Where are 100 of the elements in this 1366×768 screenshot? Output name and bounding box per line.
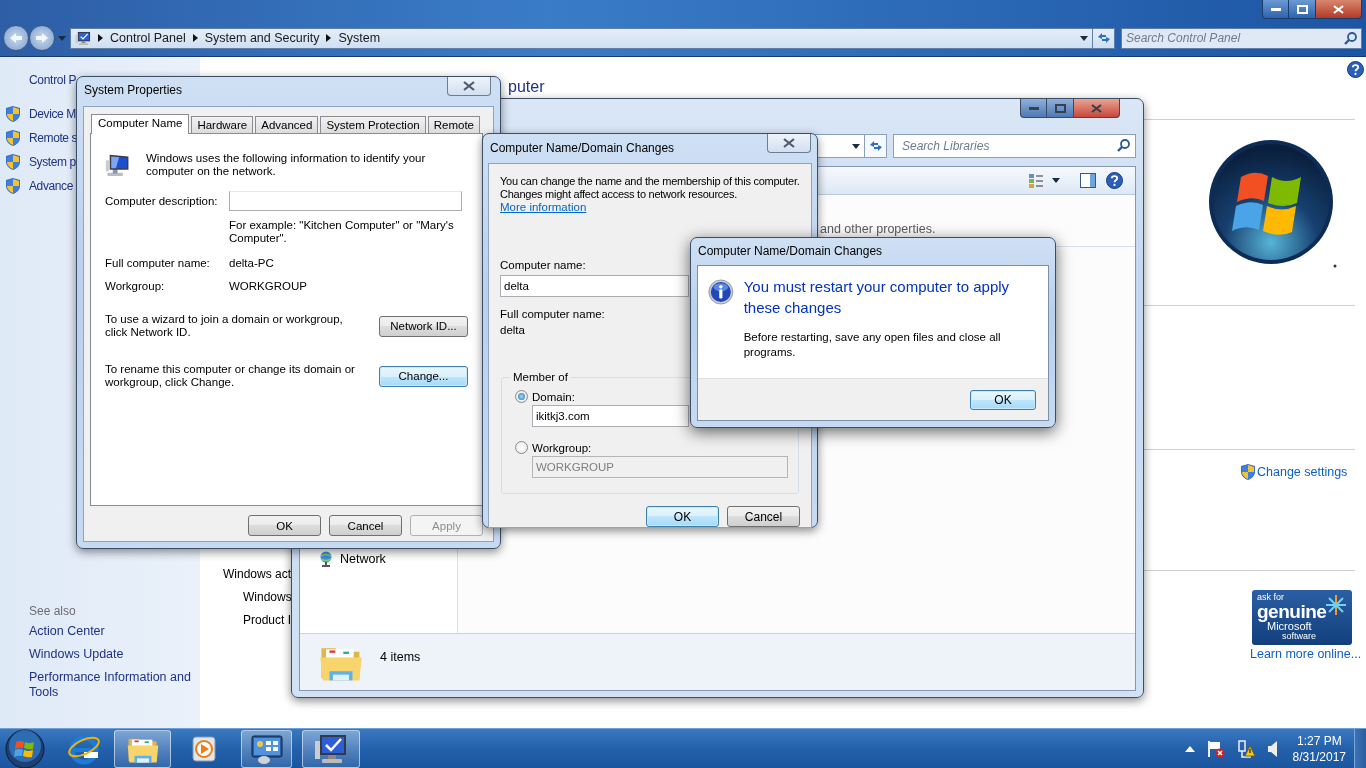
domain-field[interactable]: ikitkj3.com: [532, 405, 689, 427]
badge-text: genuine: [1257, 602, 1327, 621]
help-icon: [1106, 172, 1123, 189]
address-bar[interactable]: Control Panel System and Security System: [70, 27, 1093, 49]
field-value: WORKGROUP: [229, 280, 308, 292]
breadcrumb[interactable]: System: [338, 31, 381, 45]
search-field[interactable]: Search Control Panel: [1121, 27, 1362, 49]
dialog-button[interactable]: Cancel: [727, 506, 800, 527]
shield-icon: [6, 130, 20, 146]
computer-icon: [75, 30, 91, 46]
taskbar-button[interactable]: [241, 729, 292, 768]
info-icon: [708, 276, 734, 308]
tray-expand-icon[interactable]: [1184, 745, 1195, 752]
field-label: Full computer name:: [500, 307, 605, 321]
dialog-button[interactable]: OK: [646, 506, 719, 527]
sidebar-link[interactable]: Advance: [29, 179, 73, 193]
forward-arrow-icon: [36, 33, 48, 43]
minimize-button[interactable]: [1262, 0, 1289, 19]
action-center-icon[interactable]: [1206, 739, 1225, 758]
close-icon: [1333, 4, 1344, 14]
radio-button[interactable]: [515, 390, 528, 403]
more-information-link[interactable]: More information: [500, 201, 587, 214]
restore-button[interactable]: [1289, 0, 1316, 19]
sidebar-link[interactable]: Windows Update: [29, 647, 199, 662]
shield-icon: [1241, 464, 1255, 480]
ok-button[interactable]: OK: [970, 389, 1036, 410]
dialog-button[interactable]: OK: [248, 515, 321, 536]
tab[interactable]: System Protection: [320, 116, 426, 133]
description-text: and other properties.: [820, 222, 936, 236]
clock[interactable]: 1:27 PM 8/31/2017: [1292, 732, 1346, 765]
start-button[interactable]: [5, 728, 45, 768]
view-icon: [1028, 172, 1044, 189]
back-arrow-icon: [10, 33, 22, 43]
speaker-icon[interactable]: [1266, 740, 1279, 757]
taskbar-button[interactable]: [114, 729, 171, 768]
shield-icon: [6, 106, 20, 122]
description-field[interactable]: [229, 191, 462, 211]
network-icon: [318, 551, 334, 567]
refresh-button[interactable]: [865, 134, 887, 158]
radio-button[interactable]: [515, 441, 528, 454]
see-also-heading: See also: [29, 603, 76, 620]
dropdown-icon: [852, 143, 860, 149]
badge-text: software: [1282, 632, 1316, 641]
breadcrumb[interactable]: System and Security: [204, 31, 320, 45]
network-warning-icon[interactable]: [1236, 739, 1255, 758]
page-heading: puter: [508, 77, 545, 97]
close-button[interactable]: [1316, 0, 1362, 19]
close-icon: [1091, 103, 1102, 113]
dropdown-icon: [1080, 35, 1088, 41]
badge-text: ask for: [1257, 593, 1284, 602]
tab[interactable]: Hardware: [191, 116, 254, 133]
sidebar-link[interactable]: Action Center: [29, 624, 199, 639]
restore-button[interactable]: [1047, 99, 1074, 118]
history-dropdown[interactable]: [58, 35, 66, 41]
show-desktop-button[interactable]: [1354, 728, 1366, 768]
minimize-button[interactable]: [1020, 99, 1047, 118]
shield-icon: [6, 178, 20, 194]
chevron-icon: [326, 34, 332, 42]
sidebar-link[interactable]: Performance Information and Tools: [29, 670, 199, 700]
intro-text: Windows uses the following information to identify your computer on the network.: [146, 152, 427, 178]
genuine-badge[interactable]: ask for genuine Microsoft software: [1252, 590, 1352, 645]
close-button[interactable]: [447, 77, 491, 96]
close-button[interactable]: [767, 134, 811, 153]
field-label: Computer name:: [500, 258, 586, 272]
search-field[interactable]: Search Libraries: [893, 134, 1136, 158]
tab[interactable]: Computer Name: [91, 114, 190, 134]
close-icon: [463, 81, 475, 91]
breadcrumb[interactable]: Control Panel: [110, 31, 186, 45]
close-icon: [783, 138, 795, 148]
badge-text: Microsoft: [1267, 621, 1312, 632]
windows-logo-icon: [1208, 139, 1338, 269]
search-icon: [1117, 139, 1130, 152]
info-text: Windows act: [223, 566, 292, 583]
learn-more-link[interactable]: Learn more online...: [1250, 647, 1362, 661]
computer-name-field[interactable]: delta: [500, 275, 689, 297]
sidebar-link[interactable]: System p: [29, 155, 76, 169]
taskbar-button[interactable]: [302, 729, 360, 768]
workgroup-field[interactable]: WORKGROUP: [532, 456, 788, 478]
forward-button[interactable]: [29, 25, 55, 51]
close-button[interactable]: [1074, 99, 1120, 118]
preview-pane-button[interactable]: [1080, 173, 1096, 188]
help-button[interactable]: [1106, 172, 1123, 189]
tab[interactable]: Remote: [427, 116, 480, 133]
message-text: Before restarting, save any open files and close all programs.: [743, 330, 1002, 360]
sidebar-link[interactable]: Control P: [29, 70, 77, 90]
field-value: delta-PC: [229, 257, 275, 269]
nav-item[interactable]: Network: [318, 551, 457, 567]
refresh-button[interactable]: [1093, 27, 1115, 49]
action-button[interactable]: Change...: [379, 365, 468, 387]
change-settings-link[interactable]: Change settings: [1241, 464, 1348, 480]
sidebar-link[interactable]: Device M: [29, 107, 76, 121]
chevron-icon: [192, 34, 198, 42]
field-label: Full computer name:: [105, 257, 211, 269]
radio-label: Domain:: [532, 390, 575, 403]
tab[interactable]: Advanced: [255, 116, 319, 133]
search-icon: [1344, 31, 1357, 45]
action-button[interactable]: Network ID...: [379, 315, 468, 337]
back-button[interactable]: [3, 25, 29, 51]
dialog-button[interactable]: Cancel: [329, 515, 402, 536]
window-title: System Properties: [84, 82, 183, 99]
